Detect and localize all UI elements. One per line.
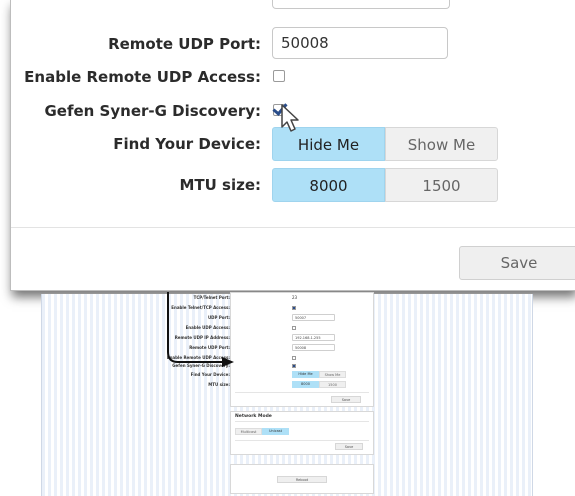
mini-row: Find Your Device: Hide Me Show Me <box>191 370 373 380</box>
mtu-1500-button[interactable]: 1500 <box>385 168 498 202</box>
mini-input[interactable]: 50007 <box>292 314 335 321</box>
mini-row-label: Enable Telnet/TCP Access: <box>171 305 230 310</box>
find-your-device-label: Find Your Device: <box>113 135 261 153</box>
mini-settings-card: TCP/Telnet Port: 23 Enable Telnet/TCP Ac… <box>167 292 374 407</box>
mini-row: Remote UDP Port: 50008 <box>189 343 373 353</box>
zoomed-settings-panel: Remote UDP Port: 50008 Enable Remote UDP… <box>10 0 575 291</box>
mini-row: Enable UDP Access: <box>186 323 373 333</box>
mini-row-label: MTU size: <box>208 382 230 387</box>
mini-input[interactable]: 50008 <box>292 344 335 351</box>
mouse-cursor-icon <box>281 104 299 132</box>
mini-checkbox[interactable] <box>292 356 296 360</box>
syner-g-discovery-label: Gefen Syner-G Discovery: <box>44 102 261 120</box>
mini-save-button-2[interactable]: Save <box>335 443 363 450</box>
mini-divider <box>235 440 369 441</box>
mini-multicast-button[interactable]: Multicast <box>235 428 262 435</box>
mini-row: MTU size: 8000 1500 <box>208 380 373 390</box>
mini-row: UDP Port: 50007 <box>208 313 373 323</box>
enable-remote-udp-access-row: Enable Remote UDP Access: <box>11 60 575 94</box>
mini-network-mode-heading: Network Mode <box>235 414 272 419</box>
mini-unicast-button[interactable]: Unicast <box>262 428 289 435</box>
mini-reboot-button[interactable]: Reboot <box>277 476 327 483</box>
mtu-8000-button[interactable]: 8000 <box>272 168 385 202</box>
mini-checkbox[interactable] <box>292 364 296 368</box>
mini-row-value: 23 <box>292 295 298 300</box>
enable-remote-udp-access-checkbox[interactable] <box>273 70 285 82</box>
divider <box>11 227 575 228</box>
mtu-size-label: MTU size: <box>179 176 261 194</box>
remote-udp-port-label: Remote UDP Port: <box>108 35 261 53</box>
remote-udp-port-input[interactable]: 50008 <box>272 27 448 59</box>
remote-udp-port-row: Remote UDP Port: 50008 <box>11 27 575 61</box>
mini-checkbox[interactable] <box>292 326 296 330</box>
page-thumbnail: TCP/Telnet Port: 23 Enable Telnet/TCP Ac… <box>41 292 533 496</box>
mini-row-label: Remote UDP Port: <box>189 345 230 350</box>
mtu-size-row: MTU size: 8000 1500 <box>11 168 575 202</box>
mini-input[interactable]: 192.168.1.255 <box>292 334 335 341</box>
enable-remote-udp-access-label: Enable Remote UDP Access: <box>24 68 261 86</box>
mini-network-mode-card: Network Mode Multicast Unicast Save <box>230 411 374 455</box>
mini-row: Remote UDP IP Address: 192.168.1.255 <box>175 333 373 343</box>
mini-reboot-card: Reboot <box>230 464 374 494</box>
show-me-button[interactable]: Show Me <box>385 127 498 161</box>
mini-hide-me-button[interactable]: Hide Me <box>292 371 319 378</box>
mini-row: TCP/Telnet Port: 23 <box>194 293 373 303</box>
mini-row-label: UDP Port: <box>207 315 230 320</box>
mini-mtu-1500-button[interactable]: 1500 <box>319 381 346 388</box>
mini-row-label: Remote UDP IP Address: <box>174 335 230 340</box>
mini-mtu-8000-button[interactable]: 8000 <box>292 381 319 388</box>
mini-checkbox[interactable] <box>292 306 296 310</box>
mini-save-button[interactable]: Save <box>331 396 361 403</box>
cropped-input-field[interactable] <box>272 0 450 9</box>
mini-divider <box>235 392 369 393</box>
mini-row-label: Find Your Device: <box>190 372 230 377</box>
save-button[interactable]: Save <box>459 246 575 280</box>
mini-show-me-button[interactable]: Show Me <box>319 371 346 378</box>
mini-row-label: TCP/Telnet Port: <box>193 295 230 300</box>
mini-row: Enable Telnet/TCP Access: <box>171 303 373 313</box>
mini-row-label: Enable UDP Access: <box>185 325 230 330</box>
mini-divider <box>235 421 369 422</box>
